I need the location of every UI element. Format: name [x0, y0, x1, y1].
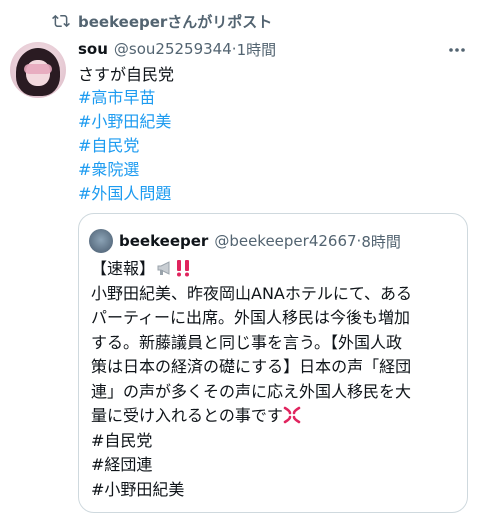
repost-text: beekeeperさんがリポスト: [78, 12, 273, 31]
hashtag-link[interactable]: #衆院選: [78, 158, 171, 182]
quoted-post[interactable]: beekeeper @beekeeper42667 · 8時間 【速報】 小野田…: [78, 213, 468, 513]
more-options-icon[interactable]: [446, 40, 468, 60]
double-exclamation-icon: [175, 259, 191, 285]
quoted-line: パーティーに出席。外国人移民は今後も増加: [91, 308, 411, 327]
hashtag-link[interactable]: #小野田紀美: [78, 110, 171, 134]
post-text: さすが自民党: [78, 65, 175, 84]
quoted-post-time[interactable]: 8時間: [361, 231, 401, 252]
quoted-author-name[interactable]: beekeeper: [119, 232, 208, 250]
quoted-post-header: beekeeper @beekeeper42667 · 8時間: [119, 230, 401, 252]
author-name[interactable]: sou: [78, 40, 108, 58]
quoted-line: 策は日本の経済の礎にする】日本の声「経団: [91, 357, 412, 376]
quoted-post-text: 【速報】 小野田紀美、昨夜岡山ANAホテルにて、ある パーティーに出席。外国人移…: [91, 257, 463, 502]
quoted-line: 小野田紀美、昨夜岡山ANAホテルにて、ある: [91, 283, 413, 303]
author-avatar[interactable]: [10, 42, 66, 98]
quoted-author-avatar[interactable]: [89, 229, 113, 253]
quoted-line: 【速報】: [91, 257, 463, 282]
quoted-hashtag: #経団連: [91, 455, 153, 474]
hashtag-link[interactable]: #高市早苗: [78, 86, 171, 110]
quoted-line: する。新藤議員と同じ事を言う。【外国人政: [91, 332, 403, 352]
hashtag-link[interactable]: #外国人問題: [78, 182, 171, 206]
repost-indicator[interactable]: beekeeperさんがリポスト: [52, 10, 272, 32]
megaphone-icon: [155, 259, 175, 285]
hashtag-link[interactable]: #自民党: [78, 134, 171, 158]
post-header: sou @sou25259344 · 1時間: [78, 38, 276, 60]
quoted-hashtag: #小野田紀美: [91, 479, 185, 499]
post-time[interactable]: 1時間: [237, 39, 277, 60]
anger-icon: [283, 406, 301, 432]
quoted-author-handle[interactable]: @beekeeper42667: [214, 232, 356, 250]
quoted-hashtag: #自民党: [91, 430, 153, 450]
quoted-line: 量に受け入れるとの事です: [91, 404, 463, 429]
repost-icon: [52, 12, 70, 30]
author-handle[interactable]: @sou25259344: [114, 40, 232, 58]
post-hashtags: #高市早苗 #小野田紀美 #自民党 #衆院選 #外国人問題: [78, 86, 171, 206]
quoted-line: 連」の声が多くその声に応え外国人移民を大: [91, 381, 412, 401]
